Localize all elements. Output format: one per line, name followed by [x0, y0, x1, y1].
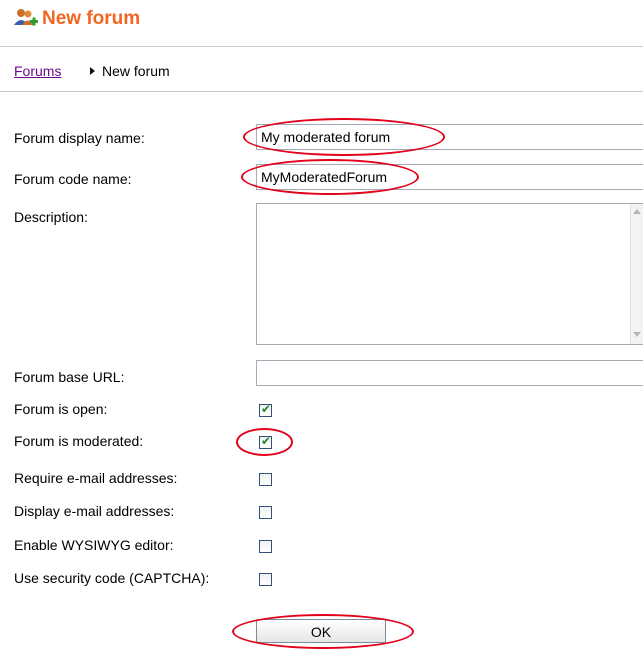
captcha-checkbox[interactable] — [259, 573, 272, 586]
scroll-up-icon[interactable] — [633, 209, 641, 214]
users-add-icon — [14, 9, 38, 26]
description-textarea[interactable] — [256, 203, 643, 345]
ok-button[interactable]: OK — [256, 619, 386, 643]
description-label: Description: — [14, 209, 88, 225]
scroll-down-icon[interactable] — [633, 332, 641, 337]
checkmark-icon: ✔ — [261, 434, 272, 448]
is-open-checkbox[interactable]: ✔ — [259, 402, 272, 417]
breadcrumb-current: New forum — [102, 63, 170, 79]
page-header: New forum — [0, 0, 643, 47]
page-title: New forum — [42, 8, 141, 29]
wysiwyg-label: Enable WYSIWYG editor: — [14, 537, 174, 553]
wysiwyg-checkbox[interactable] — [259, 540, 272, 553]
display-email-label: Display e-mail addresses: — [14, 503, 175, 519]
breadcrumb-arrow-icon — [90, 67, 95, 75]
checkmark-icon: ✔ — [261, 402, 272, 416]
display-email-checkbox[interactable] — [259, 506, 272, 519]
display-name-input[interactable] — [256, 124, 643, 150]
base-url-label: Forum base URL: — [14, 369, 125, 385]
breadcrumb-link-forums[interactable]: Forums — [14, 63, 61, 79]
require-email-checkbox[interactable] — [259, 473, 272, 486]
require-email-label: Require e-mail addresses: — [14, 470, 178, 486]
captcha-label: Use security code (CAPTCHA): — [14, 570, 210, 586]
display-name-label: Forum display name: — [14, 130, 145, 146]
code-name-label: Forum code name: — [14, 171, 132, 187]
is-moderated-checkbox[interactable]: ✔ — [259, 434, 272, 449]
base-url-input[interactable] — [256, 360, 643, 386]
is-open-label: Forum is open: — [14, 401, 108, 417]
breadcrumb: Forums New forum — [0, 47, 643, 92]
code-name-input[interactable] — [256, 164, 643, 190]
description-scrollbar[interactable] — [630, 204, 643, 344]
is-moderated-label: Forum is moderated: — [14, 433, 144, 449]
